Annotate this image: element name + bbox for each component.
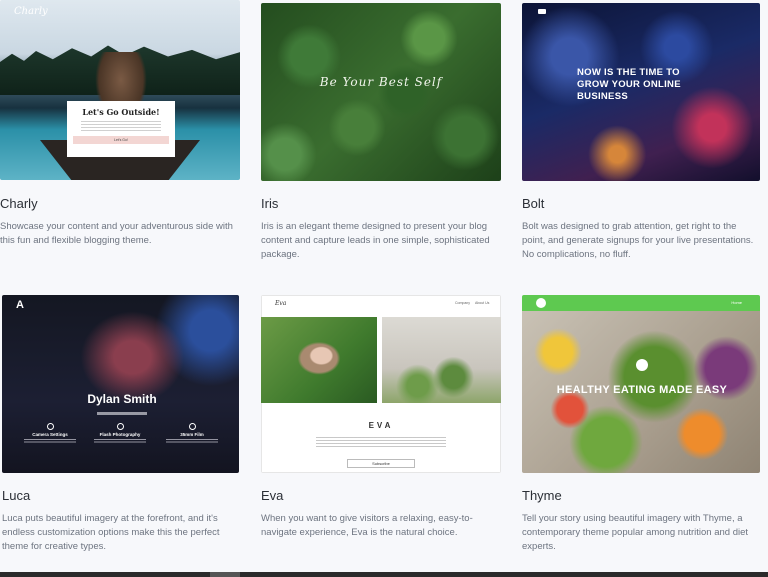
preview-logo: Charly [14,6,48,17]
theme-title[interactable]: Iris [261,196,278,211]
theme-description: Bolt was designed to grab attention, get… [522,221,754,260]
preview-logo: A [16,299,24,311]
feature-text-lines [166,439,218,444]
theme-title[interactable]: Luca [2,488,30,503]
preview-logo: Eva [275,300,287,307]
preview-body-lines [316,437,446,449]
preview-feature: Camera Settings [20,423,80,444]
theme-gallery: Charly Let's Go Outside! Let's Go! Charl… [0,0,768,577]
preview-nav-item: Home [731,300,742,305]
preview-hero-card: Let's Go Outside! Let's Go! [67,101,175,157]
film-icon [188,423,196,430]
preview-nav-bar [522,295,760,311]
preview-body-lines [81,121,161,132]
preview-nav-item: About Us [475,301,490,305]
theme-title[interactable]: Thyme [522,488,562,503]
preview-feature: 35mm Film [162,423,222,444]
feature-text-lines [24,439,76,444]
theme-description: Tell your story using beautiful imagery … [522,513,749,552]
theme-thumbnail-eva[interactable]: Eva Company About Us EVA Subscribe [261,295,501,473]
horizontal-scrollbar[interactable] [0,572,768,577]
theme-card-charly[interactable]: Charly Let's Go Outside! Let's Go! Charl… [0,0,240,246]
theme-title[interactable]: Eva [261,488,283,503]
theme-card-eva[interactable]: Eva Company About Us EVA Subscribe Eva W… [261,295,501,538]
theme-description: Showcase your content and your adventuro… [0,221,233,246]
leaf-logo-icon [536,298,546,308]
preview-nav-item: Company [455,301,470,305]
leaf-icon [636,359,648,371]
theme-thumbnail-luca[interactable]: A Dylan Smith Camera Settings Flash Phot… [2,295,239,473]
preview-headline: Let's Go Outside! [82,107,160,117]
theme-card-iris[interactable]: Be Your Best Self Iris Iris is an elegan… [261,3,501,260]
preview-subtitle-line [97,412,147,415]
feature-text-lines [94,439,146,444]
theme-title[interactable]: Bolt [522,196,544,211]
theme-description: Iris is an elegant theme designed to pre… [261,221,490,260]
feature-label: Flash Photography [99,432,141,437]
theme-description: When you want to give visitors a relaxin… [261,513,473,538]
scrollbar-thumb[interactable] [210,572,240,577]
preview-headline: Be Your Best Self [319,75,443,89]
logo-icon [538,9,546,14]
theme-title[interactable]: Charly [0,196,38,211]
theme-card-thyme[interactable]: Home HEALTHY EATING MADE EASY Thyme Tell… [522,295,762,552]
theme-description: Luca puts beautiful imagery at the foref… [2,513,220,552]
flash-icon [116,423,124,430]
preview-button: Subscribe [347,459,415,468]
preview-headline: NOW IS THE TIME TO GROW YOUR ONLINE BUSI… [577,67,681,102]
preview-button: Let's Go! [73,136,169,144]
plants-photo [382,317,501,403]
feature-label: Camera Settings [32,432,68,437]
preview-headline: Dylan Smith [87,392,157,406]
theme-thumbnail-bolt[interactable]: NOW IS THE TIME TO GROW YOUR ONLINE BUSI… [522,3,760,181]
foliage-photo [261,3,501,181]
portrait-photo [2,295,239,473]
camera-icon [46,423,54,430]
portrait-photo [261,317,377,403]
theme-thumbnail-charly[interactable]: Charly Let's Go Outside! Let's Go! [0,0,240,180]
theme-card-bolt[interactable]: NOW IS THE TIME TO GROW YOUR ONLINE BUSI… [522,3,762,260]
preview-headline: HEALTHY EATING MADE EASY [556,384,728,396]
theme-card-luca[interactable]: A Dylan Smith Camera Settings Flash Phot… [2,295,242,552]
theme-thumbnail-thyme[interactable]: Home HEALTHY EATING MADE EASY [522,295,760,473]
feature-label: 35mm Film [180,432,204,437]
theme-thumbnail-iris[interactable]: Be Your Best Self [261,3,501,181]
preview-feature: Flash Photography [90,423,150,444]
preview-headline: EVA [368,421,394,430]
